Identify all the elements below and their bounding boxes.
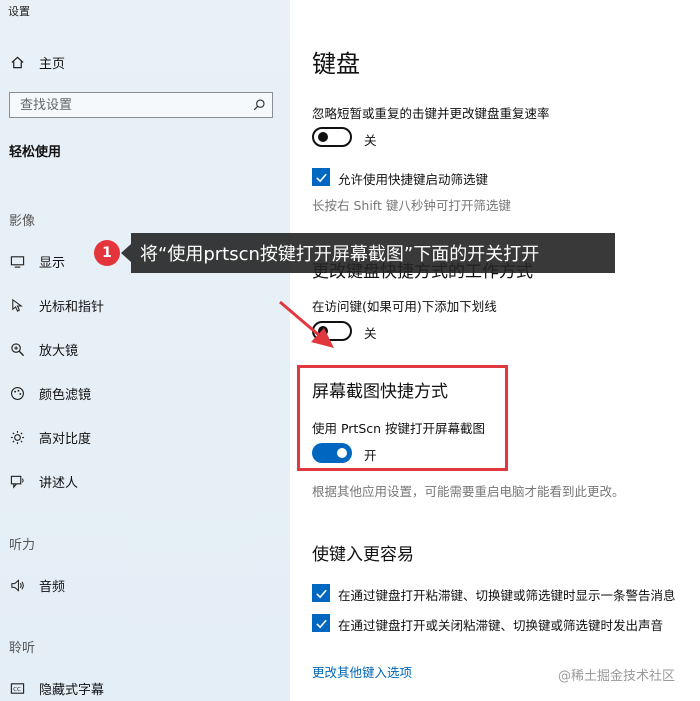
typing-sound-checkbox[interactable] <box>312 614 330 632</box>
section-title-typing: 使键入更容易 <box>312 545 414 565</box>
watermark: @稀土掘金技术社区 <box>558 669 676 684</box>
sidebar-item-label: 高对比度 <box>39 431 92 447</box>
sidebar-item-label: 隐藏式字幕 <box>39 682 105 698</box>
checkmark-icon <box>315 619 327 628</box>
main-content: 键盘 忽略短暂或重复的击键并更改键盘重复速率 关 允许使用快捷键启动筛选键 长按… <box>290 0 700 701</box>
filter-shortcut-checkbox[interactable] <box>312 168 330 186</box>
filter-keys-toggle[interactable] <box>312 127 352 147</box>
toggle-knob <box>318 132 328 142</box>
caption-icon: CC <box>9 680 25 696</box>
instruction-text: 将“使用prtscn按键打开屏幕截图”下面的开关打开 <box>140 244 540 265</box>
sidebar-item-high-contrast[interactable]: 高对比度 <box>0 417 290 457</box>
filter-shortcut-hint: 长按右 Shift 键八秒钟可打开筛选键 <box>312 198 511 213</box>
sidebar-item-label: 光标和指针 <box>39 299 105 315</box>
sidebar: 设置 主页 轻松使用 影像 显示 光标和指针 放大镜 <box>0 0 290 701</box>
section-title-hearing-2: 聆听 <box>9 641 36 656</box>
sun-icon <box>9 429 25 445</box>
sidebar-item-color-filters[interactable]: 颜色滤镜 <box>0 373 290 413</box>
search-icon[interactable] <box>252 98 266 112</box>
sidebar-item-label: 颜色滤镜 <box>39 387 92 403</box>
instruction-callout: 将“使用prtscn按键打开屏幕截图”下面的开关打开 <box>131 233 615 273</box>
cursor-icon <box>9 297 25 313</box>
section-title-hearing: 听力 <box>9 538 36 553</box>
typing-sound-label: 在通过键盘打开或关闭粘滞键、切换键或筛选键时发出声音 <box>338 618 664 633</box>
filter-keys-label: 忽略短暂或重复的击键并更改键盘重复速率 <box>312 106 550 121</box>
sidebar-item-captions[interactable]: CC 隐藏式字幕 <box>0 668 290 701</box>
window-title: 设置 <box>8 5 30 18</box>
typing-warning-checkbox[interactable] <box>312 584 330 602</box>
highlight-box <box>297 365 508 471</box>
sidebar-item-label: 显示 <box>39 255 66 271</box>
home-icon <box>9 54 25 70</box>
group-title: 轻松使用 <box>9 145 62 160</box>
sidebar-item-label: 讲述人 <box>39 475 79 491</box>
sidebar-item-narrator[interactable]: 讲述人 <box>0 461 290 501</box>
section-title-vision: 影像 <box>9 214 36 229</box>
search-input[interactable] <box>10 93 240 117</box>
step-badge: 1 <box>94 240 120 266</box>
sidebar-item-label: 音频 <box>39 579 66 595</box>
page-title: 键盘 <box>312 50 360 78</box>
sidebar-item-audio[interactable]: 音频 <box>0 565 290 605</box>
sidebar-item-cursor[interactable]: 光标和指针 <box>0 285 290 325</box>
checkmark-icon <box>315 589 327 598</box>
sidebar-item-magnifier[interactable]: 放大镜 <box>0 329 290 369</box>
print-screen-hint: 根据其他应用设置，可能需要重启电脑才能看到此更改。 <box>312 484 625 499</box>
sidebar-item-label: 放大镜 <box>39 343 79 359</box>
speaker-icon <box>9 577 25 593</box>
sidebar-item-label: 主页 <box>39 56 66 72</box>
narrator-icon <box>9 473 25 489</box>
more-typing-options-link[interactable]: 更改其他键入选项 <box>312 662 412 681</box>
underline-access-keys-state: 关 <box>364 326 377 341</box>
search-box[interactable] <box>9 92 273 118</box>
svg-text:CC: CC <box>13 686 21 692</box>
filter-keys-state: 关 <box>364 133 377 148</box>
pointer-arrow-icon <box>279 300 334 348</box>
filter-shortcut-label: 允许使用快捷键启动筛选键 <box>338 172 489 187</box>
monitor-icon <box>9 253 25 269</box>
magnifier-icon <box>9 341 25 357</box>
typing-warning-label: 在通过键盘打开粘滞键、切换键或筛选键时显示一条警告消息 <box>338 588 676 603</box>
palette-icon <box>9 385 25 401</box>
callout-notch <box>121 244 131 262</box>
checkmark-icon <box>315 173 327 182</box>
sidebar-item-home[interactable]: 主页 <box>0 42 290 82</box>
